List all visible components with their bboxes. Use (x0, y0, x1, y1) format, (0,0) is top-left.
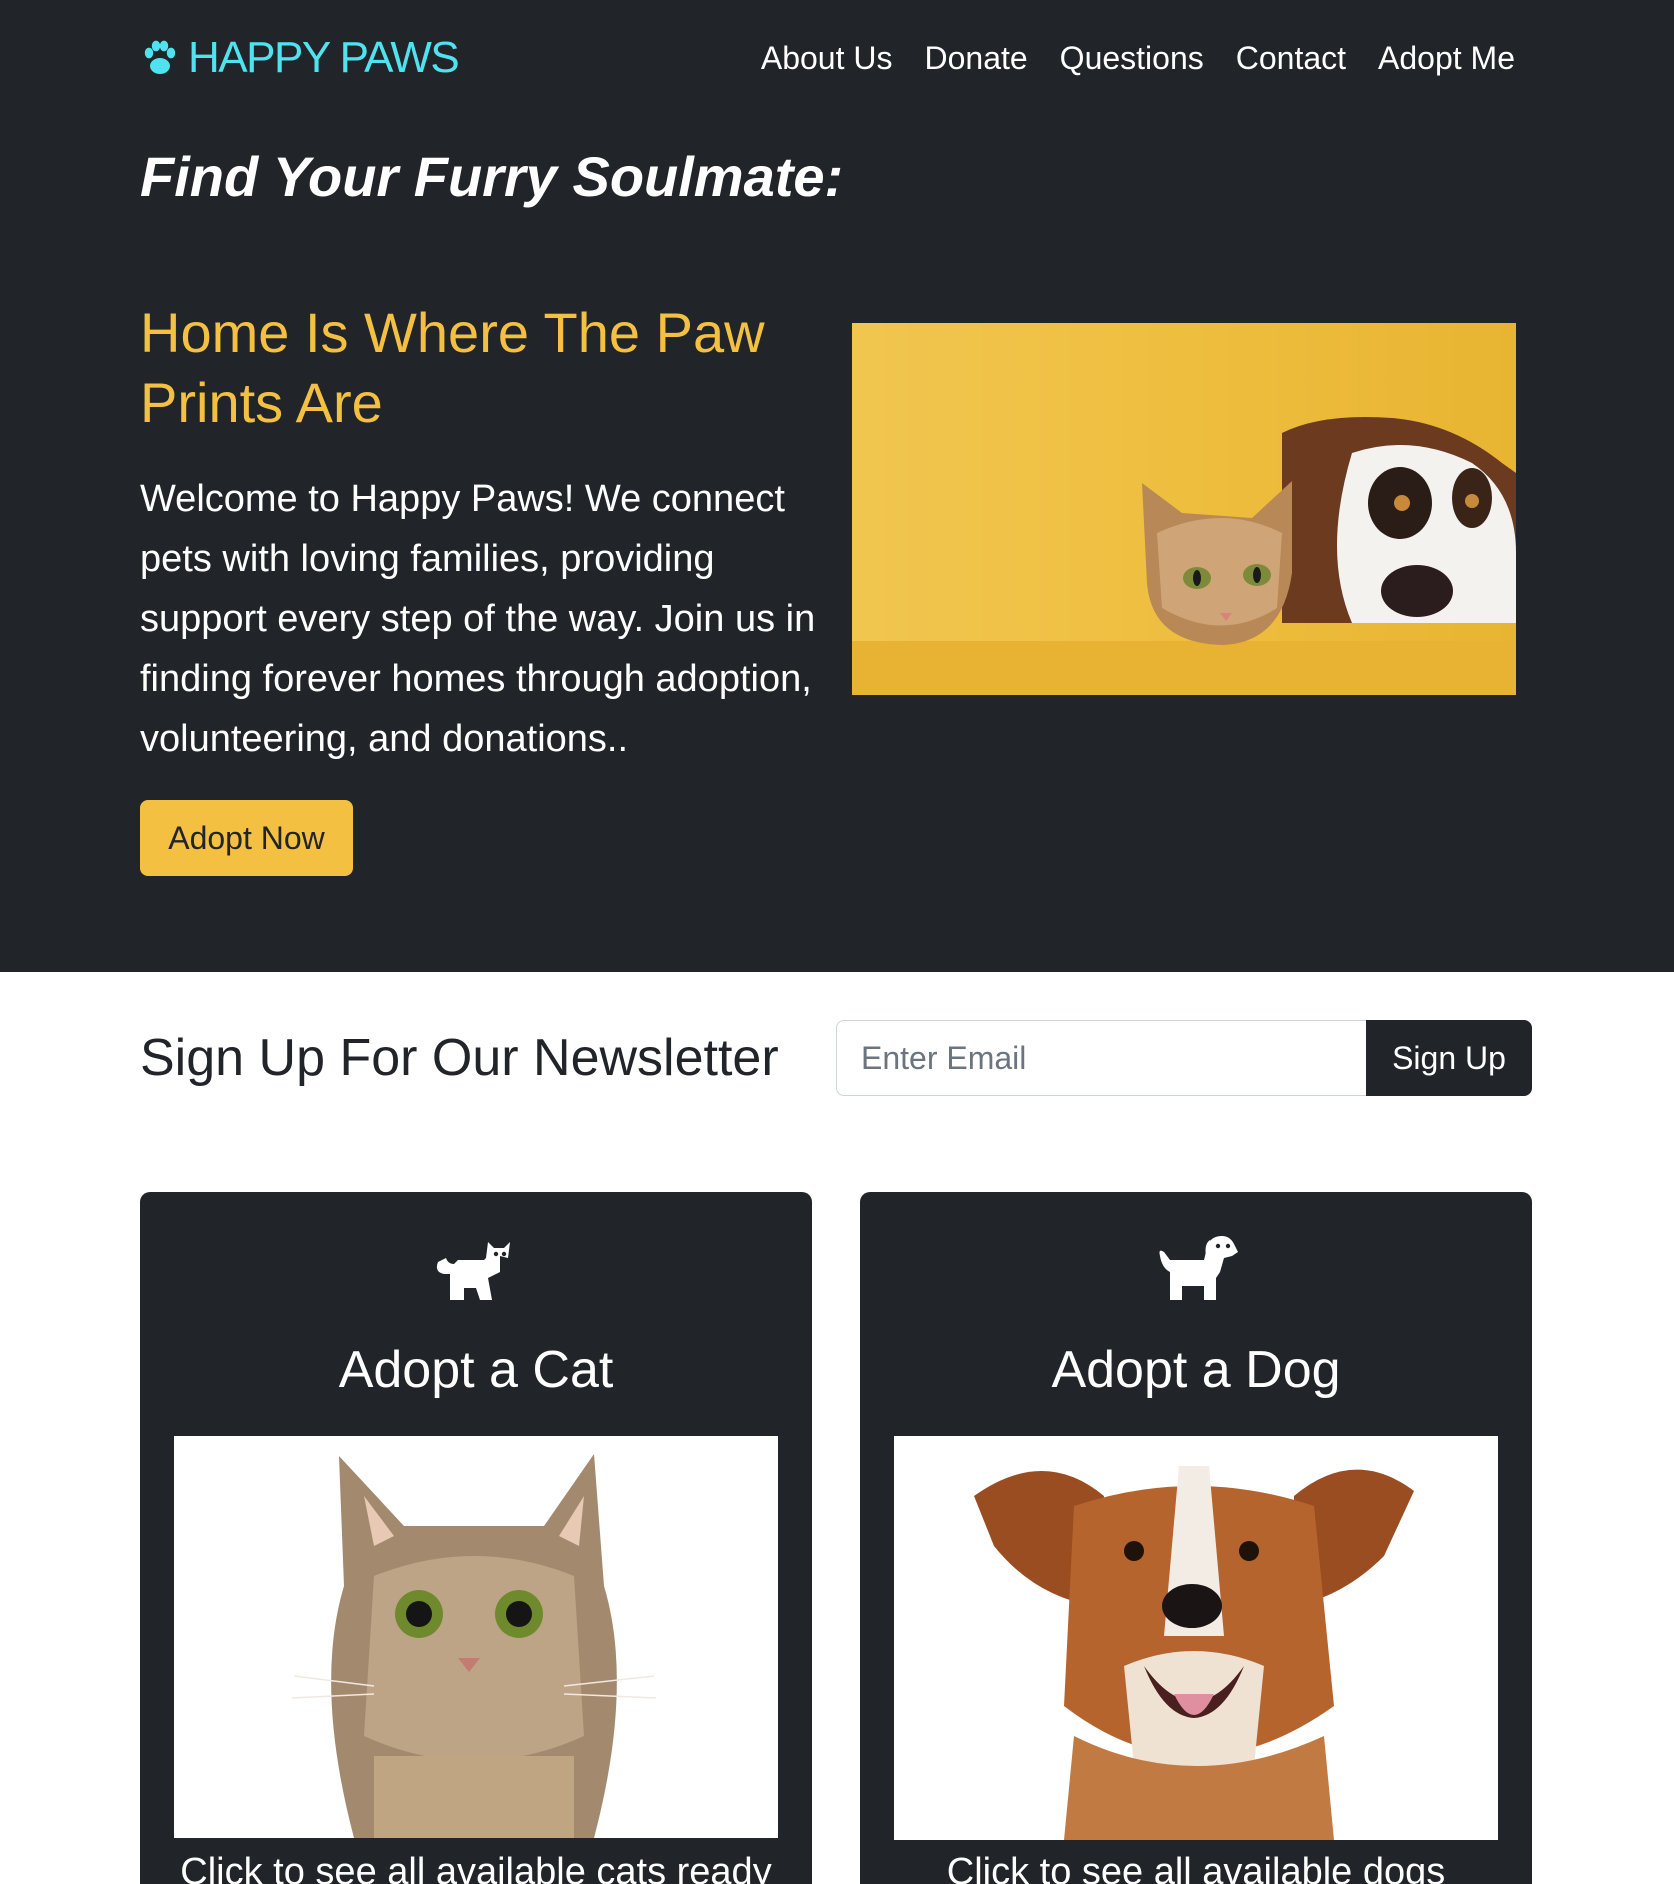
email-input[interactable] (836, 1020, 1366, 1096)
navbar: HAPPY PAWS About Us Donate Questions Con… (140, 30, 1515, 86)
newsletter-title: Sign Up For Our Newsletter (140, 1029, 779, 1087)
paw-icon (140, 38, 180, 78)
adopt-cat-title: Adopt a Cat (338, 1341, 614, 1399)
cat-icon (434, 1228, 518, 1312)
nav-about-us[interactable]: About Us (761, 40, 893, 77)
adopt-now-button[interactable]: Adopt Now (140, 800, 353, 876)
nav-donate[interactable]: Donate (924, 40, 1027, 77)
nav-contact[interactable]: Contact (1236, 40, 1346, 77)
adopt-dog-title: Adopt a Dog (1051, 1341, 1341, 1399)
cat-and-dog-photo (852, 323, 1516, 695)
cat-photo (174, 1436, 778, 1838)
nav-links: About Us Donate Questions Contact Adopt … (761, 30, 1515, 86)
dog-icon (1154, 1228, 1238, 1312)
hero-description: Welcome to Happy Paws! We connect pets w… (140, 478, 816, 760)
adopt-dog-card[interactable]: Adopt a Dog Click to see all available d… (860, 1192, 1532, 1884)
hero-section: HAPPY PAWS About Us Donate Questions Con… (0, 0, 1674, 972)
brand-name: HAPPY PAWS (188, 33, 460, 82)
hero-title: Find Your Furry Soulmate: (140, 145, 844, 208)
nav-adopt-me[interactable]: Adopt Me (1378, 40, 1515, 77)
adopt-dog-text: Click to see all available dogs (946, 1851, 1446, 1884)
hero-subtitle: Home Is Where The Paw Prints Are (140, 301, 765, 434)
brand-logo-link[interactable]: HAPPY PAWS (140, 30, 460, 86)
sign-up-button[interactable]: Sign Up (1366, 1020, 1532, 1096)
adopt-cat-card[interactable]: Adopt a Cat Click to see all available c… (140, 1192, 812, 1884)
adopt-cat-text: Click to see all available cats ready (180, 1851, 772, 1884)
newsletter-form: Sign Up (836, 1020, 1532, 1096)
nav-questions[interactable]: Questions (1060, 40, 1204, 77)
dog-photo (894, 1436, 1498, 1840)
